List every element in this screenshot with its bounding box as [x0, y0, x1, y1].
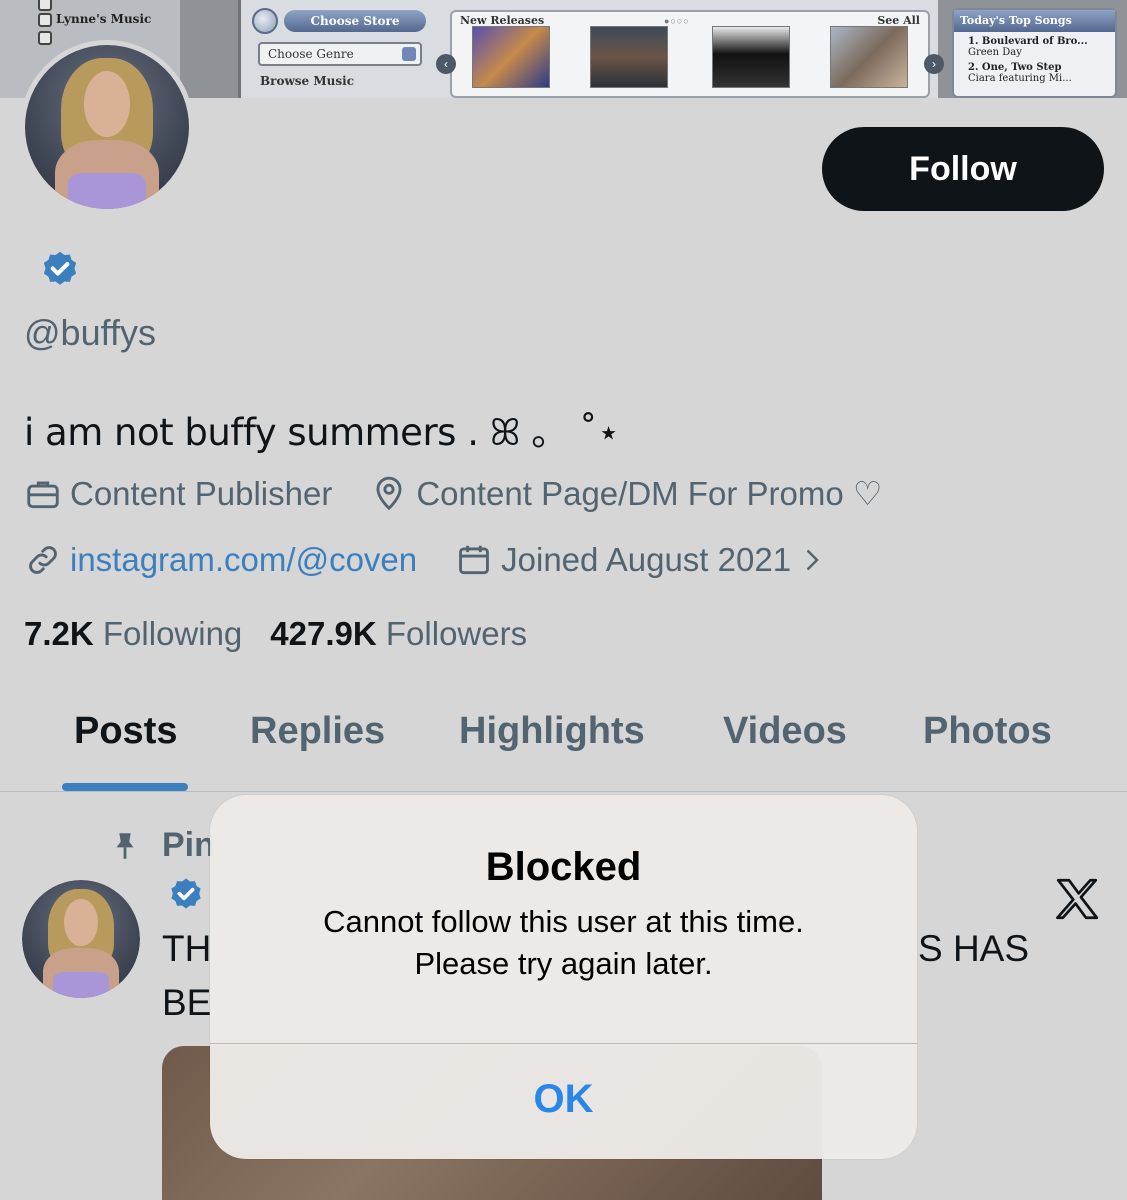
banner-genre-select: Choose Genre — [258, 42, 422, 66]
post-avatar[interactable] — [22, 880, 140, 998]
followers-stat[interactable]: 427.9K Followers — [270, 615, 527, 652]
banner-song-artist: Green Day — [968, 47, 1022, 58]
album-cover — [712, 26, 790, 88]
link-icon — [29, 546, 57, 574]
chevron-right-icon — [807, 550, 819, 570]
profile-website-link[interactable]: instagram.com/@coven — [70, 541, 417, 579]
following-stat[interactable]: 7.2K Following — [24, 615, 242, 652]
globe-icon — [252, 8, 278, 34]
avatar-photo — [22, 880, 140, 998]
location-pin-icon — [376, 476, 402, 510]
album-cover — [590, 26, 668, 88]
profile-joined[interactable]: Joined August 2021 — [455, 541, 827, 579]
dialog-message-line: Cannot follow this user at this time. — [323, 904, 804, 939]
banner-top-songs: Today's Top Songs 1. Boulevard of Bro...… — [952, 8, 1117, 98]
verified-badge-icon[interactable] — [38, 249, 82, 293]
profile-meta-row: instagram.com/@coven Joined August 2021 — [24, 541, 827, 579]
post-text: BE — [162, 982, 212, 1023]
profile-bio: i am not buffy summers . ꕤ 。 ˚⋆ — [24, 411, 620, 454]
profile-avatar[interactable] — [20, 40, 194, 214]
banner-sidebar-item — [38, 0, 56, 11]
tab-photos[interactable]: Photos — [923, 710, 1052, 753]
banner-sidebar-item: Lynne's Music — [38, 12, 151, 27]
verified-badge-icon — [171, 878, 201, 909]
banner-song-title: 1. Boulevard of Bro... — [968, 36, 1088, 47]
dialog-title: Blocked — [485, 845, 642, 889]
tab-videos[interactable]: Videos — [723, 710, 847, 753]
banner-right-arrow-icon: › — [924, 54, 944, 74]
briefcase-icon — [27, 480, 59, 508]
album-cover — [472, 26, 550, 88]
x-logo-icon — [1056, 878, 1099, 920]
avatar-photo — [25, 45, 189, 209]
banner-browse-link: Browse Music — [260, 74, 354, 88]
album-cover — [830, 26, 908, 88]
dialog-message-line: Please try again later. — [414, 946, 713, 981]
profile-location: Content Page/DM For Promo ♡ — [370, 474, 882, 513]
tab-posts[interactable]: Posts — [74, 710, 177, 753]
calendar-icon — [459, 545, 490, 575]
banner-song-artist: Ciara featuring Mi... — [968, 73, 1072, 84]
profile-meta-row: Content Publisher Content Page/DM For Pr… — [24, 474, 882, 513]
follow-button[interactable]: Follow — [822, 127, 1104, 211]
profile-location-text: Content Page/DM For Promo ♡ — [416, 475, 883, 512]
profile-stats: 7.2K Following 427.9K Followers — [24, 615, 527, 653]
profile-website[interactable]: instagram.com/@coven — [24, 541, 417, 579]
blocked-alert-dialog: Blocked Cannot follow this user at this … — [210, 795, 917, 1159]
pinned-label: Pin — [162, 826, 215, 864]
banner-top-songs-title: Today's Top Songs — [954, 10, 1115, 32]
tabs-divider — [0, 791, 1127, 792]
dialog-ok-button[interactable]: OK — [210, 1044, 917, 1159]
profile-category: Content Publisher — [24, 475, 332, 513]
post-text: TH — [162, 928, 212, 969]
banner-song-title: 2. One, Two Step — [968, 62, 1062, 73]
tab-replies[interactable]: Replies — [250, 710, 385, 753]
banner-sidebar-item — [38, 30, 56, 45]
active-tab-indicator — [62, 783, 188, 791]
profile-category-text: Content Publisher — [70, 474, 333, 512]
dialog-message: Cannot follow this user at this time. Pl… — [210, 901, 917, 985]
profile-handle: @buffys — [24, 312, 156, 353]
banner-choose-store: Choose Store — [284, 10, 426, 32]
tab-highlights[interactable]: Highlights — [459, 710, 645, 753]
banner-page-dots: ●○○○ — [664, 16, 690, 26]
profile-joined-text: Joined August 2021 — [501, 541, 792, 578]
banner-left-arrow-icon: ‹ — [436, 54, 456, 74]
pin-icon — [116, 833, 134, 859]
post-text: S HAS — [918, 928, 1030, 969]
